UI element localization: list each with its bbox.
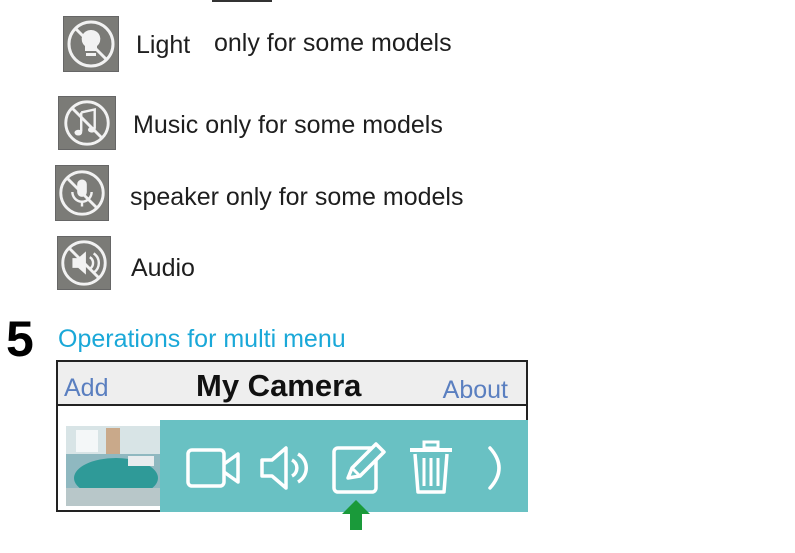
feature-note-light: only for some models: [214, 29, 452, 57]
music-disabled-icon: [58, 96, 116, 150]
feature-label-speaker: speaker only for some models: [130, 183, 464, 211]
page-rule: [212, 0, 272, 2]
section-title: Operations for multi menu: [58, 325, 346, 353]
pointer-up-arrow-icon: [342, 500, 370, 530]
app-header: Add My Camera About: [58, 362, 526, 406]
step-number: 5: [6, 311, 34, 367]
camera-thumbnail[interactable]: [66, 426, 160, 506]
video-camera-icon[interactable]: [184, 440, 244, 496]
add-button[interactable]: Add: [64, 374, 108, 403]
feature-label-light: Light: [136, 31, 191, 59]
action-bar: [160, 420, 528, 512]
feature-label-audio: Audio: [131, 254, 195, 282]
audio-speaker-icon[interactable]: [258, 440, 316, 496]
edit-pencil-icon[interactable]: [330, 440, 388, 496]
chevron-right-icon[interactable]: [482, 440, 512, 496]
about-button[interactable]: About: [443, 376, 508, 405]
microphone-disabled-icon: [55, 165, 109, 221]
feature-label-music: Music only for some models: [133, 111, 443, 139]
lightbulb-disabled-icon: [63, 16, 119, 72]
speaker-volume-disabled-icon: [57, 236, 111, 290]
app-mockup: Add My Camera About: [56, 360, 528, 512]
trash-icon[interactable]: [406, 440, 456, 496]
app-title: My Camera: [196, 368, 362, 403]
